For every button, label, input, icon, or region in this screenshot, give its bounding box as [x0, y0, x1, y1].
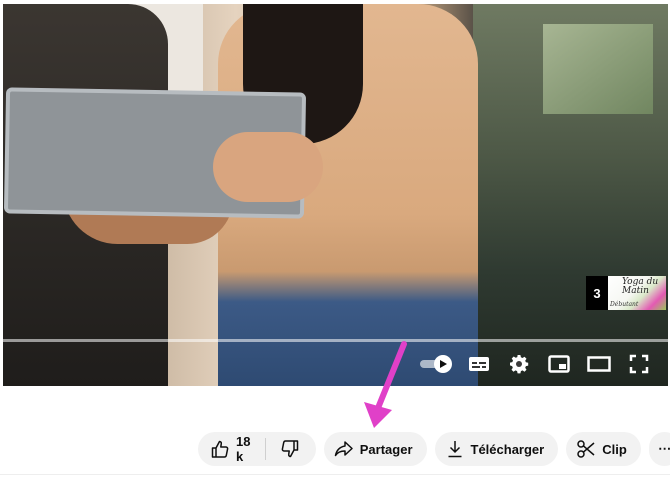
share-icon	[334, 440, 354, 458]
share-button[interactable]: Partager	[323, 432, 427, 466]
clip-label: Clip	[602, 441, 627, 457]
download-button[interactable]: Télécharger	[434, 432, 559, 466]
scissors-icon	[576, 439, 596, 459]
video-player[interactable]: 3 Yoga du Matin Débutant	[3, 4, 668, 386]
autoplay-icon	[434, 355, 452, 373]
more-actions-button[interactable]: ⋯	[648, 432, 670, 466]
like-button[interactable]: 18 k	[198, 432, 265, 466]
miniplayer-button[interactable]	[546, 352, 572, 376]
subtitles-button[interactable]	[466, 352, 492, 376]
progress-bar[interactable]	[3, 339, 668, 342]
playlist-count: 3	[586, 276, 608, 310]
playlist-thumbnail-title: Yoga du Matin	[622, 277, 659, 296]
subtitles-icon	[469, 357, 489, 371]
fullscreen-button[interactable]	[626, 352, 652, 376]
player-controls	[420, 352, 652, 376]
share-label: Partager	[359, 441, 413, 457]
thumbs-up-icon	[210, 439, 230, 459]
gear-icon	[510, 355, 529, 374]
playlist-thumbnail: Yoga du Matin Débutant	[608, 276, 666, 310]
divider	[0, 474, 670, 475]
video-actions-bar: 18 k Partager Télécharger Clip ⋯	[198, 432, 670, 466]
autoplay-toggle[interactable]	[420, 352, 452, 376]
theater-mode-button[interactable]	[586, 352, 612, 376]
playlist-thumbnail-subtitle: Débutant	[610, 301, 639, 308]
endscreen-playlist-card[interactable]: 3 Yoga du Matin Débutant	[586, 276, 666, 310]
settings-button[interactable]	[506, 352, 532, 376]
annotation-arrow-icon	[364, 341, 407, 428]
theater-icon	[587, 356, 611, 372]
dislike-button[interactable]	[266, 432, 316, 466]
download-icon	[447, 440, 463, 458]
more-icon: ⋯	[658, 441, 670, 456]
video-frame-hand-right	[213, 132, 323, 202]
like-count: 18 k	[236, 434, 251, 464]
miniplayer-icon	[548, 355, 570, 373]
video-frame-light	[543, 24, 653, 114]
like-dislike-group: 18 k	[198, 432, 316, 466]
clip-button[interactable]: Clip	[566, 432, 641, 466]
fullscreen-icon	[629, 354, 649, 374]
thumbs-down-icon	[280, 439, 300, 459]
download-label: Télécharger	[470, 441, 545, 457]
